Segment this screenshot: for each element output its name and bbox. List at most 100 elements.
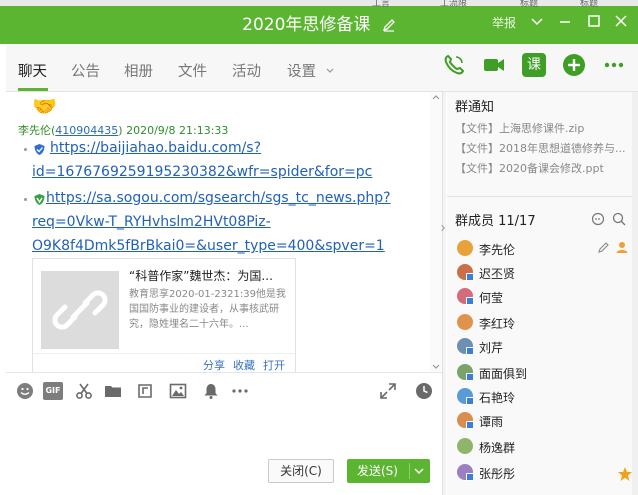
member-item[interactable]: 刘芹	[457, 336, 627, 358]
collapse-arrow-icon[interactable]	[441, 222, 445, 234]
expand-icon[interactable]	[379, 382, 397, 400]
phone-icon[interactable]	[442, 53, 466, 77]
strip-label: 工言	[372, 0, 391, 9]
clock-icon[interactable]	[415, 382, 433, 400]
member-name: 面面俱到	[479, 367, 528, 381]
edit-icon[interactable]	[597, 241, 610, 254]
panel-divider	[447, 196, 638, 197]
send-button-label: 发送(S)	[357, 464, 398, 478]
handshake-emoji-icon: 🤝	[32, 94, 57, 118]
active-tab-indicator	[18, 88, 48, 91]
maximize-icon[interactable]	[585, 12, 603, 30]
send-button[interactable]: 发送(S)	[347, 459, 430, 483]
music-icon[interactable]	[136, 382, 154, 400]
tab-files[interactable]: 文件	[178, 60, 207, 81]
member-name: 李先伦	[479, 243, 516, 257]
open-link[interactable]: 打开	[263, 357, 285, 372]
verified-shield-icon	[34, 194, 45, 205]
scroll-up-icon[interactable]	[430, 92, 442, 102]
member-item[interactable]: 石艳玲	[457, 386, 627, 408]
composer-toolbar: GIF	[6, 372, 442, 408]
member-item[interactable]: 张彤彤	[457, 462, 632, 484]
member-name: 张彤彤	[479, 467, 516, 481]
chevron-down-icon[interactable]	[413, 465, 425, 477]
member-item[interactable]: 迟丕贤	[457, 262, 627, 284]
device-badge-icon	[466, 373, 474, 381]
tab-announcement[interactable]: 公告	[71, 60, 100, 81]
tab-album[interactable]: 相册	[124, 60, 153, 81]
member-name: 谭雨	[479, 415, 504, 429]
bullet	[24, 148, 27, 151]
image-icon[interactable]	[169, 382, 187, 400]
add-icon[interactable]	[562, 53, 586, 77]
message-time: 2020/9/8 21:13:33	[126, 124, 229, 137]
video-icon[interactable]	[482, 53, 506, 77]
notice-item[interactable]: 【文件】2018年思想道德修养与...	[455, 140, 625, 156]
scroll-down-icon[interactable]	[430, 362, 442, 372]
member-name: 石艳玲	[479, 391, 516, 405]
link-thumbnail	[41, 271, 119, 349]
member-item[interactable]: 何莹	[457, 286, 627, 308]
more-icon[interactable]	[602, 53, 626, 77]
background-window-strip: 工言 工流限 标题 标题	[0, 0, 638, 9]
member-name: 刘芹	[479, 341, 504, 355]
member-name: 何莹	[479, 291, 504, 305]
close-icon[interactable]	[612, 12, 630, 30]
device-badge-icon	[466, 397, 474, 405]
link-preview-card[interactable]: “科普作家”魏世杰：为国... 教育思享2020-01-2321:39他是我国国…	[32, 258, 296, 372]
panel-splitter[interactable]	[441, 92, 446, 495]
bell-icon[interactable]	[202, 382, 220, 400]
avatar	[457, 314, 473, 330]
minimize-icon[interactable]	[556, 12, 574, 30]
chevron-down-icon[interactable]	[528, 12, 546, 30]
sender-qq[interactable]: 410904435	[55, 124, 118, 137]
tab-settings[interactable]: 设置	[287, 60, 335, 81]
message-link[interactable]: req=0Vkw-T_RYHvhslm2HVt08Piz-	[32, 214, 271, 230]
close-button[interactable]: 关闭(C)	[268, 459, 334, 483]
window-title-text: 2020年思修备课	[242, 15, 371, 35]
message-link[interactable]: https://baijiahao.baidu.com/s?	[50, 140, 261, 156]
tab-settings-label: 设置	[287, 64, 316, 80]
send-divider	[409, 463, 410, 479]
member-name: 李红玲	[479, 317, 516, 331]
avatar	[457, 438, 473, 454]
notice-item[interactable]: 【文件】上海思修课件.zip	[455, 120, 584, 136]
tab-bar: 聊天 公告 相册 文件 活动 设置 课	[6, 44, 638, 92]
share-link[interactable]: 分享	[203, 357, 225, 372]
favorite-link[interactable]: 收藏	[233, 357, 255, 372]
members-title: 群成员 11/17	[455, 214, 536, 229]
report-button[interactable]: 举报	[492, 14, 516, 31]
sender-name[interactable]: 李先伦	[18, 124, 51, 137]
member-item[interactable]: 杨逸群	[457, 436, 627, 458]
member-chat-icon[interactable]	[591, 212, 605, 226]
edit-icon[interactable]	[382, 18, 396, 32]
message-link[interactable]: id=1676769259195230382&wfr=spider&for=pc	[32, 164, 372, 180]
notice-item[interactable]: 【文件】2020备课会修改.ppt	[455, 160, 604, 176]
chat-message-area[interactable]: 🤝 李先伦(410904435) 2020/9/8 21:13:33 https…	[6, 92, 436, 372]
message-header: 李先伦(410904435) 2020/9/8 21:13:33	[18, 124, 229, 137]
card-description: 教育思享2020-01-2321:39他是我国国防事业的建设者，从事核武研究，隐…	[129, 289, 286, 330]
message-link[interactable]: https://sa.sogou.com/sgsearch/sgs_tc_new…	[46, 190, 391, 206]
scissors-icon[interactable]	[75, 382, 93, 400]
strip-label: 标题	[520, 0, 539, 9]
member-item[interactable]: 李红玲	[457, 312, 627, 334]
message-link[interactable]: O9K8f4Dmk5fBrBkai0=&user_type=400&spver=…	[32, 238, 385, 254]
tab-chat[interactable]: 聊天	[18, 60, 47, 81]
search-icon[interactable]	[612, 212, 626, 226]
tab-activity[interactable]: 活动	[232, 60, 261, 81]
more-dots-icon[interactable]	[231, 382, 249, 400]
member-item[interactable]: 李先伦	[457, 238, 628, 260]
star-icon	[618, 467, 632, 481]
folder-icon[interactable]	[104, 382, 122, 400]
emoji-icon[interactable]	[16, 382, 34, 400]
member-item[interactable]: 谭雨	[457, 410, 627, 432]
card-title: “科普作家”魏世杰：为国...	[129, 269, 273, 283]
course-icon[interactable]: 课	[522, 53, 546, 77]
strip-label: 标题	[580, 0, 599, 9]
member-item[interactable]: 面面俱到	[457, 362, 627, 384]
avatar	[457, 240, 473, 256]
gif-icon[interactable]: GIF	[43, 382, 63, 400]
device-badge-icon	[466, 347, 474, 355]
member-name: 迟丕贤	[479, 267, 516, 281]
member-scrollbar[interactable]	[632, 92, 638, 495]
